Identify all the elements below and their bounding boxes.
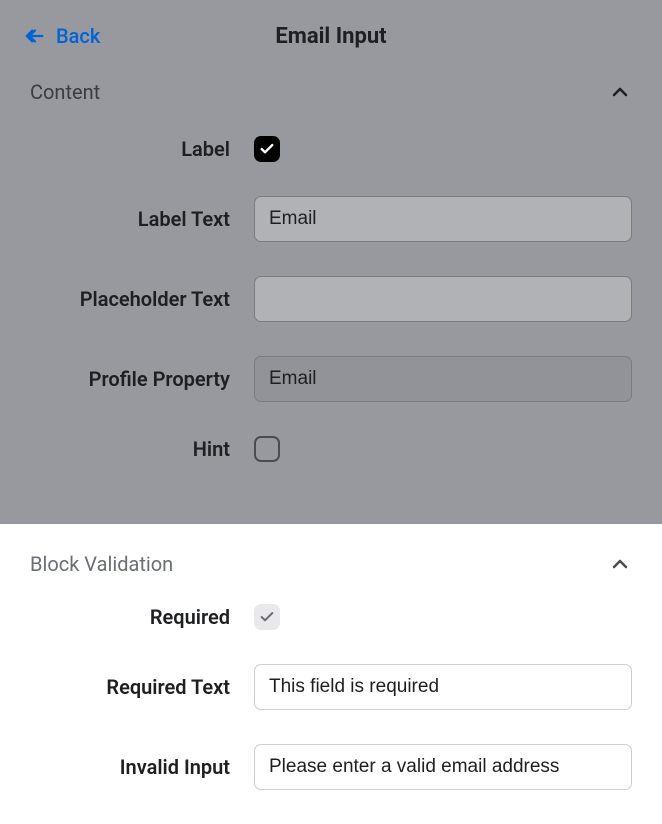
label-field-label: Label — [30, 137, 230, 161]
hint-field-label: Hint — [30, 437, 230, 461]
label-text-input[interactable] — [254, 196, 632, 242]
invalid-input-row: Invalid Input — [0, 744, 662, 824]
content-section-title: Content — [30, 80, 100, 104]
required-checkbox[interactable] — [254, 604, 280, 630]
validation-section-title: Block Validation — [30, 552, 173, 576]
profile-property-input[interactable] — [254, 356, 632, 402]
content-section-header[interactable]: Content — [0, 66, 662, 136]
header: Back Email Input — [0, 0, 662, 66]
profile-property-row: Profile Property — [0, 356, 662, 436]
required-text-field-label: Required Text — [30, 675, 230, 699]
placeholder-text-input[interactable] — [254, 276, 632, 322]
hint-checkbox[interactable] — [254, 436, 280, 462]
label-text-row: Label Text — [0, 196, 662, 276]
content-panel: Back Email Input Content Label Label Tex… — [0, 0, 662, 524]
label-checkbox[interactable] — [254, 136, 280, 162]
required-field-label: Required — [30, 605, 230, 629]
profile-property-field-label: Profile Property — [30, 367, 230, 391]
hint-row: Hint — [0, 436, 662, 496]
page-title: Email Input — [275, 24, 386, 49]
invalid-input-field[interactable] — [254, 744, 632, 790]
validation-panel: Block Validation Required Required Text … — [0, 524, 662, 824]
label-row: Label — [0, 136, 662, 196]
check-icon — [259, 141, 275, 157]
validation-section-header[interactable]: Block Validation — [0, 524, 662, 604]
chevron-up-icon — [608, 80, 632, 104]
label-text-field-label: Label Text — [30, 207, 230, 231]
required-text-input[interactable] — [254, 664, 632, 710]
invalid-input-field-label: Invalid Input — [30, 755, 230, 779]
required-text-row: Required Text — [0, 664, 662, 744]
placeholder-text-field-label: Placeholder Text — [30, 287, 230, 311]
placeholder-text-row: Placeholder Text — [0, 276, 662, 356]
arrow-left-icon — [24, 25, 46, 47]
back-label: Back — [56, 24, 100, 48]
back-button[interactable]: Back — [24, 24, 100, 48]
required-row: Required — [0, 604, 662, 664]
chevron-up-icon — [608, 552, 632, 576]
check-icon — [259, 609, 275, 625]
